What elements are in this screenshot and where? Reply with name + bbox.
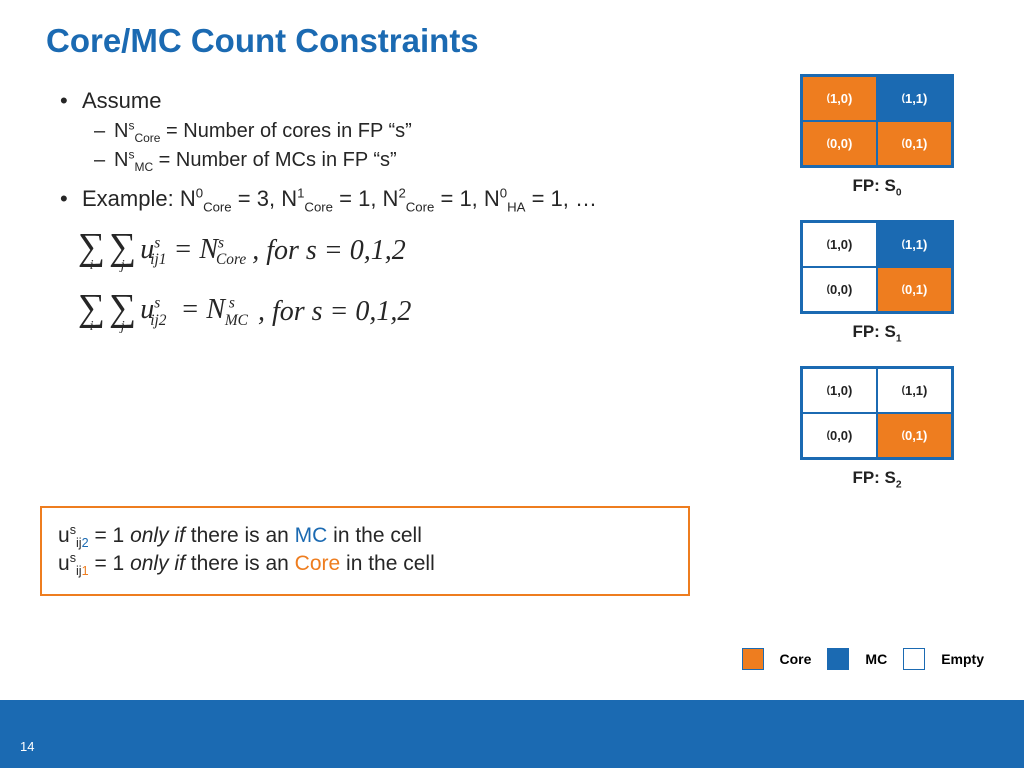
sigma-j-1: ∑j: [109, 230, 136, 273]
legend: Core MC Empty: [742, 648, 984, 670]
grid-0-cell-3: (0,1): [877, 121, 952, 166]
mc-label: MC: [295, 524, 328, 547]
eq1-tail: , for s = 0,1,2: [252, 235, 405, 267]
sub-bullet-mc-def: – NsMC = Number of MCs in FP “s”: [94, 149, 720, 172]
grid-1-cell-1: (1,1): [877, 222, 952, 267]
example-text: Example: N0Core = 3, N1Core = 1, N2Core …: [82, 186, 597, 212]
ncore-sub: Core: [134, 131, 160, 145]
equation-1: ∑i ∑j usij1 = NsCore , for s = 0,1,2: [78, 230, 720, 273]
eq2-tail: , for s = 0,1,2: [258, 296, 411, 328]
grid-block-2: (1,0)(1,1)(0,0)(0,1) FP: S2: [782, 366, 972, 488]
grid-label-2: FP: S2: [782, 468, 972, 488]
grid-1-cell-2: (0,0): [802, 267, 877, 312]
fp-grid-1: (1,0)(1,1)(0,0)(0,1): [800, 220, 954, 314]
swatch-empty: [903, 648, 925, 670]
sub-bullet-core-def: – NsCore = Number of cores in FP “s”: [94, 120, 720, 143]
note-line-1: usij2 = 1 only if there is an MC in the …: [58, 524, 672, 548]
ncore-text: = Number of cores in FP “s”: [160, 120, 411, 142]
grid-label-1: FP: S1: [782, 322, 972, 342]
content-area: •Assume – NsCore = Number of cores in FP…: [60, 88, 720, 352]
fp-grid-0: (1,0)(1,1)(0,0)(0,1): [800, 74, 954, 168]
nmc-text: = Number of MCs in FP “s”: [153, 149, 397, 171]
swatch-mc: [827, 648, 849, 670]
equation-block: ∑i ∑j usij1 = NsCore , for s = 0,1,2 ∑i …: [78, 230, 720, 334]
grid-1-cell-0: (1,0): [802, 222, 877, 267]
sigma-i-2: ∑i: [78, 291, 105, 334]
grid-2-cell-3: (0,1): [877, 413, 952, 458]
fp-grid-2: (1,0)(1,1)(0,0)(0,1): [800, 366, 954, 460]
note-box: usij2 = 1 only if there is an MC in the …: [40, 506, 690, 596]
grid-0-cell-2: (0,0): [802, 121, 877, 166]
grid-column: (1,0)(1,1)(0,0)(0,1)FP: S0(1,0)(1,1)(0,0…: [782, 74, 972, 512]
legend-empty-label: Empty: [941, 651, 984, 667]
grid-1-cell-3: (0,1): [877, 267, 952, 312]
grid-block-0: (1,0)(1,1)(0,0)(0,1) FP: S0: [782, 74, 972, 196]
bullet-assume-text: Assume: [82, 88, 161, 114]
grid-2-cell-2: (0,0): [802, 413, 877, 458]
nmc-sub: MC: [134, 160, 153, 174]
bullet-assume: •Assume: [60, 88, 720, 114]
grid-2-cell-0: (1,0): [802, 368, 877, 413]
grid-2-cell-1: (1,1): [877, 368, 952, 413]
footer-bar: [0, 700, 1024, 768]
sigma-i-1: ∑i: [78, 230, 105, 273]
equation-2: ∑i ∑j usij2 = N sMC , for s = 0,1,2: [78, 291, 720, 334]
grid-label-0: FP: S0: [782, 176, 972, 196]
legend-mc-label: MC: [865, 651, 887, 667]
grid-block-1: (1,0)(1,1)(0,0)(0,1) FP: S1: [782, 220, 972, 342]
grid-0-cell-0: (1,0): [802, 76, 877, 121]
sigma-j-2: ∑j: [109, 291, 136, 334]
core-label: Core: [295, 552, 341, 575]
bullet-example: • Example: N0Core = 3, N1Core = 1, N2Cor…: [60, 186, 720, 212]
legend-core-label: Core: [780, 651, 812, 667]
ncore-N: N: [114, 120, 128, 142]
slide-title: Core/MC Count Constraints: [46, 22, 479, 60]
note-line-2: usij1 = 1 only if there is an Core in th…: [58, 552, 672, 576]
page-number: 14: [20, 739, 34, 754]
grid-0-cell-1: (1,1): [877, 76, 952, 121]
swatch-core: [742, 648, 764, 670]
nmc-N: N: [114, 149, 128, 171]
